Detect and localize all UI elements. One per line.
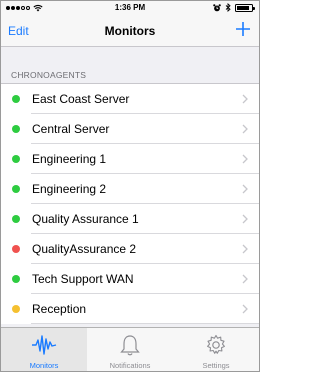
chevron-right-icon <box>242 274 248 284</box>
monitor-label: Central Server <box>32 122 110 136</box>
chevron-right-icon <box>242 244 248 254</box>
gear-icon <box>207 334 225 354</box>
status-dot-yellow <box>12 305 20 313</box>
waveform-icon <box>32 335 57 355</box>
bluetooth-icon <box>225 3 231 12</box>
chevron-right-icon <box>242 184 248 194</box>
status-dot-green <box>12 215 20 223</box>
chevron-right-icon <box>242 94 248 104</box>
navigation-bar: Edit Monitors <box>1 15 259 47</box>
monitor-label: Tech Support WAN <box>32 272 134 286</box>
monitor-label: QualityAssurance 2 <box>32 242 137 256</box>
chevron-right-icon <box>242 304 248 314</box>
monitor-row[interactable]: Tech Support WAN <box>1 264 259 294</box>
chevron-right-icon <box>242 154 248 164</box>
monitor-label: Quality Assurance 1 <box>32 212 139 226</box>
monitor-row[interactable]: Reception <box>1 294 259 324</box>
monitor-row[interactable]: Central Server <box>1 114 259 144</box>
monitor-row[interactable]: East Coast Server <box>1 84 259 114</box>
monitor-label: East Coast Server <box>32 92 130 106</box>
status-dot-green <box>12 155 20 163</box>
status-dot-green <box>12 275 20 283</box>
status-dot-green <box>12 185 20 193</box>
chevron-right-icon <box>242 214 248 224</box>
tab-label: Monitors <box>29 361 59 370</box>
plus-icon[interactable] <box>235 21 251 37</box>
battery-cap <box>253 6 255 10</box>
tab-label: Settings <box>202 361 230 370</box>
tab-monitors[interactable]: Monitors <box>1 328 87 371</box>
status-dot-green <box>12 95 20 103</box>
section-header: CHRONOAGENTS <box>11 70 87 80</box>
bell-icon <box>120 335 140 356</box>
monitor-row[interactable]: Engineering 1 <box>1 144 259 174</box>
battery-level-fill <box>237 5 249 10</box>
page-title: Monitors <box>104 24 156 38</box>
monitor-row[interactable]: QualityAssurance 2 <box>1 234 259 264</box>
chevron-right-icon <box>242 124 248 134</box>
tab-settings[interactable]: Settings <box>173 328 259 371</box>
app-frame: 1:36 PM Edit Monitors CHRONOAGENTS East … <box>0 0 260 372</box>
status-right <box>213 3 255 12</box>
tab-notifications[interactable]: Notifications <box>87 328 173 371</box>
tab-bar: Monitors Notifications Settings <box>1 327 259 371</box>
status-bar: 1:36 PM <box>1 1 259 15</box>
alarm-icon <box>213 3 221 11</box>
monitor-list: East Coast Server Central Server Engineeri… <box>1 83 259 324</box>
monitor-row[interactable]: Engineering 2 <box>1 174 259 204</box>
status-dot-green <box>12 125 20 133</box>
battery-icon <box>235 3 255 12</box>
monitor-row[interactable]: Quality Assurance 1 <box>1 204 259 234</box>
tab-label: Notifications <box>109 361 151 370</box>
monitor-label: Reception <box>32 302 87 316</box>
status-dot-red <box>12 245 20 253</box>
monitor-label: Engineering 2 <box>32 182 107 196</box>
monitor-label: Engineering 1 <box>32 152 107 166</box>
